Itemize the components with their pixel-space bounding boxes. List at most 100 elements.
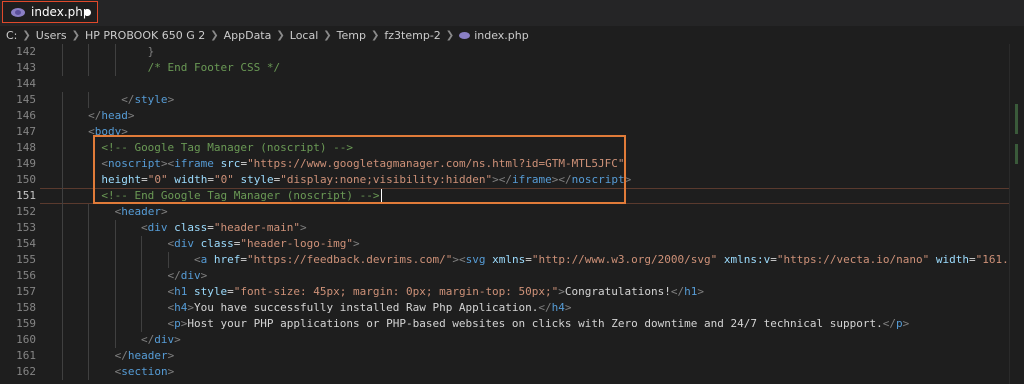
line-number: 148: [16, 141, 36, 154]
breadcrumb-item[interactable]: AppData: [224, 29, 272, 42]
code-token: =: [227, 285, 234, 298]
editor-scrollbar[interactable]: [1009, 44, 1024, 384]
breadcrumb-item[interactable]: Local: [290, 29, 319, 42]
indent-guide: [61, 172, 63, 188]
code-text: </style>: [121, 92, 174, 108]
code-token: <: [194, 253, 201, 266]
code-token: Congratulations!: [564, 285, 671, 298]
line-number: 143: [16, 61, 36, 74]
code-editor[interactable]: 142} 143/* End Footer CSS */144 145 </style…: [0, 44, 1024, 384]
breadcrumb-item[interactable]: HP PROBOOK 650 G 2: [85, 29, 205, 42]
code-text: <section>: [115, 364, 175, 380]
line-number: 142: [16, 45, 36, 58]
breadcrumb-item[interactable]: Users: [36, 29, 67, 42]
code-token: >: [697, 285, 705, 298]
code-token: "header-logo-img": [240, 237, 353, 250]
code-token: </: [882, 317, 897, 330]
tab-index-php[interactable]: index.php: [2, 1, 98, 23]
code-token: </: [538, 301, 552, 314]
line-number: 162: [16, 365, 36, 378]
breadcrumb-item[interactable]: Temp: [337, 29, 366, 42]
code-line[interactable]: 155 <a href="https://feedback.devrims.com…: [0, 252, 1024, 268]
code-token: >: [558, 285, 565, 298]
indent-guide: [61, 44, 63, 60]
code-token: /* End Footer CSS */: [147, 61, 281, 74]
indent-guide: [61, 92, 63, 108]
code-line[interactable]: 157 <h1 style="font-size: 45px; margin: 0…: [0, 284, 1024, 300]
code-line[interactable]: 160 </div>: [0, 332, 1024, 348]
line-number: 155: [16, 253, 36, 266]
code-token: h4: [174, 301, 188, 314]
code-line[interactable]: 158 <h4>You have successfully installed R…: [0, 300, 1024, 316]
chevron-right-icon: ❯: [71, 30, 80, 41]
indent-guide: [114, 252, 116, 268]
indent-guide: [114, 316, 116, 332]
breadcrumb-item[interactable]: index.php: [474, 29, 529, 42]
indent-guide: [88, 252, 90, 268]
code-text: <h1 style="font-size: 45px; margin: 0px;…: [168, 284, 704, 300]
code-text: <header>: [115, 204, 168, 220]
code-line[interactable]: 156 </div>: [0, 268, 1024, 284]
tab-bar: index.php: [0, 0, 1024, 26]
code-line[interactable]: 142}: [0, 44, 1024, 60]
indent-guide: [61, 188, 63, 204]
code-line[interactable]: 154 <div class="header-logo-img">: [0, 236, 1024, 252]
code-line[interactable]: 161 </header>: [0, 348, 1024, 364]
breadcrumb-item[interactable]: fz3temp-2: [384, 29, 440, 42]
indent-guide: [114, 268, 116, 284]
code-token: div: [154, 333, 175, 346]
code-token: width: [935, 253, 969, 266]
line-number: 144: [16, 77, 36, 90]
indent-guide: [88, 60, 90, 76]
code-token: class: [174, 221, 208, 234]
line-number: 145: [16, 93, 36, 106]
code-text: <h4>You have successfully installed Raw …: [168, 300, 572, 316]
code-token: }: [147, 45, 155, 58]
code-token: </: [141, 333, 155, 346]
code-text: </head>: [88, 108, 134, 124]
indent-guide: [88, 220, 90, 236]
code-line[interactable]: 152 <header>: [0, 204, 1024, 220]
indent-guide: [141, 252, 143, 268]
indent-guide: [114, 220, 116, 236]
line-number: 147: [16, 125, 36, 138]
code-text: <p>Host your PHP applications or PHP-bas…: [168, 316, 910, 332]
breadcrumb-item[interactable]: C:: [6, 29, 17, 42]
code-token: svg: [465, 253, 486, 266]
code-token: </: [88, 109, 102, 122]
line-number: 153: [16, 221, 36, 234]
code-token: You have successfully installed Raw Php …: [194, 301, 539, 314]
indent-guide: [88, 332, 90, 348]
code-line[interactable]: 145 </style>: [0, 92, 1024, 108]
code-line[interactable]: 144: [0, 76, 1024, 92]
code-line[interactable]: 153 <div class="header-main">: [0, 220, 1024, 236]
code-token: "https://feedback.devrims.com/": [247, 253, 453, 266]
minimap-marker: [1015, 144, 1018, 164]
indent-guide: [88, 236, 90, 252]
code-line[interactable]: 146 </head>: [0, 108, 1024, 124]
indent-guide: [114, 332, 116, 348]
code-line[interactable]: 159 <p>Host your PHP applications or PHP-…: [0, 316, 1024, 332]
code-line[interactable]: 162 <section>: [0, 364, 1024, 380]
code-token: div: [147, 221, 168, 234]
indent-guide: [61, 60, 63, 76]
indent-guide: [61, 316, 63, 332]
code-line[interactable]: 143 /* End Footer CSS */: [0, 60, 1024, 76]
code-token: h1: [174, 285, 188, 298]
indent-guide: [114, 236, 116, 252]
line-number: 159: [16, 317, 36, 330]
php-file-icon: [11, 7, 25, 17]
code-token: >: [300, 221, 307, 234]
code-token: "http://www.w3.org/2000/svg": [531, 253, 718, 266]
indent-guide: [61, 348, 63, 364]
code-token: section: [121, 365, 168, 378]
code-token: >: [167, 365, 175, 378]
line-number: 149: [16, 157, 36, 170]
code-token: >: [564, 301, 572, 314]
code-token: header: [127, 349, 168, 362]
code-token: >: [353, 237, 360, 250]
line-number: 151: [16, 189, 36, 202]
unsaved-dot-icon[interactable]: [84, 9, 91, 16]
code-token: >: [167, 93, 175, 106]
